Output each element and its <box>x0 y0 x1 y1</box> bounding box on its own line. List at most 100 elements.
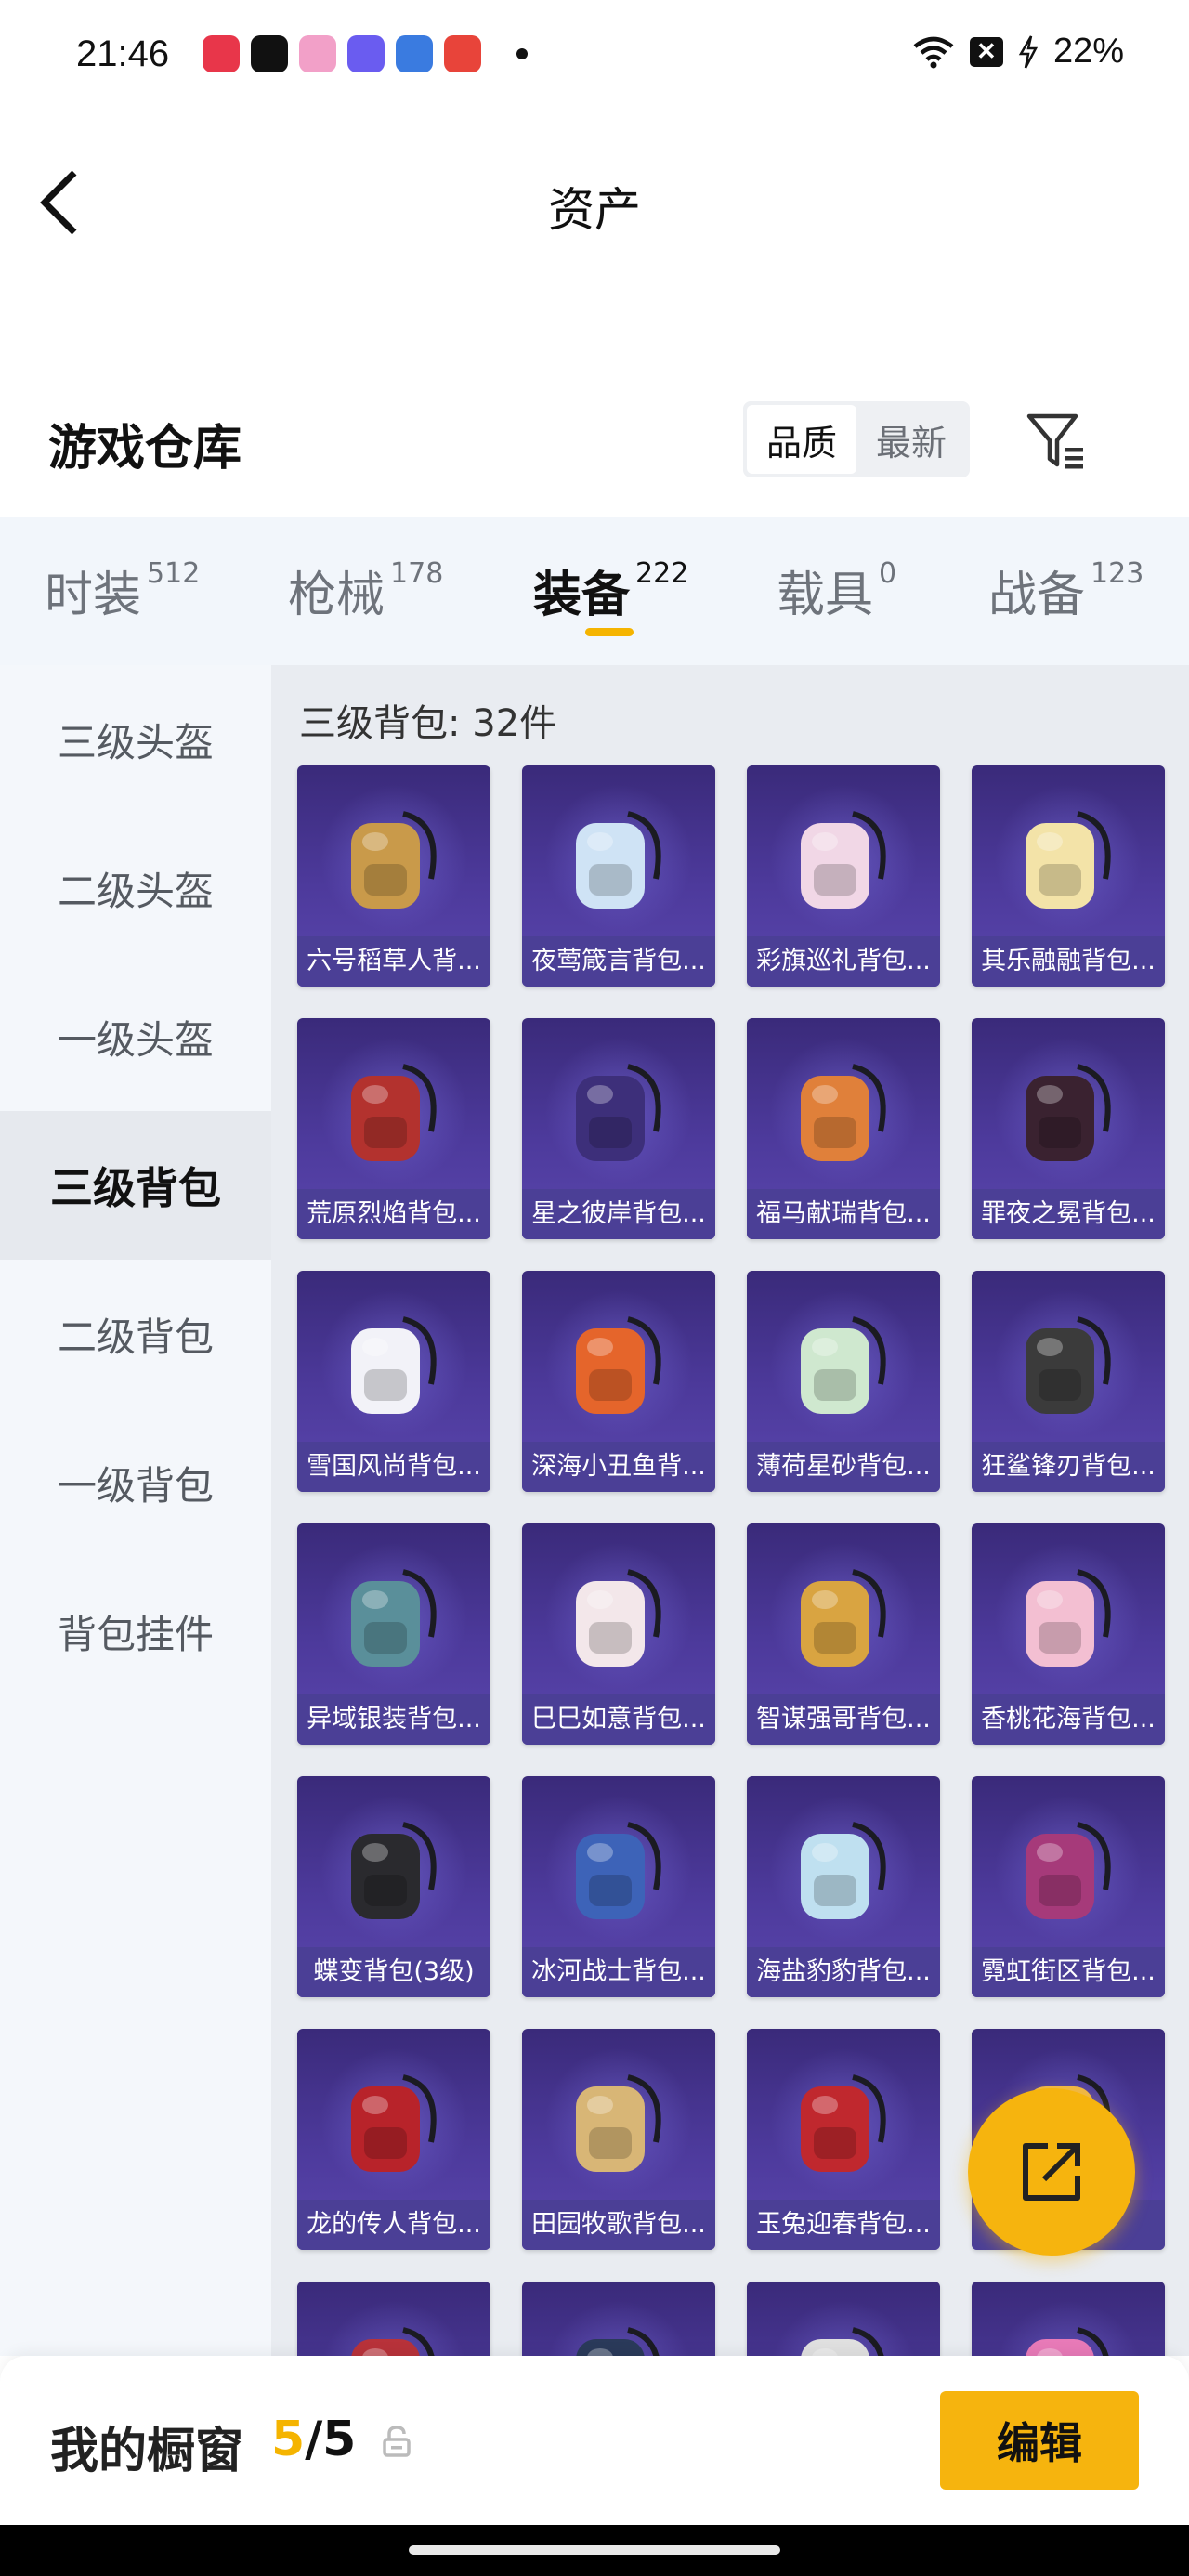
filter-button[interactable] <box>1022 407 1091 476</box>
tab-count: 512 <box>147 557 201 590</box>
item-card[interactable]: 霓虹街区背包... <box>972 1776 1165 1997</box>
tab-fashion[interactable]: 时装 512 <box>45 556 200 625</box>
backpack-icon <box>801 2327 884 2356</box>
backpack-icon <box>1026 811 1111 909</box>
gesture-handle[interactable] <box>409 2545 780 2555</box>
showcase-label: 我的橱窗 <box>50 2424 244 2479</box>
item-card[interactable]: 雪国风尚背包... <box>297 1271 490 1492</box>
item-card[interactable] <box>522 2282 715 2356</box>
backpack-icon <box>351 2327 435 2356</box>
item-card[interactable]: 巳巳如意背包... <box>522 1523 715 1745</box>
backpack-icon <box>801 811 886 909</box>
item-card[interactable]: 荒原烈焰背包... <box>297 1018 490 1239</box>
item-name: 智谋强哥背包... <box>747 1694 940 1745</box>
status-bar: 21:46 ✕ 22% <box>0 0 1189 111</box>
sort-quality-option[interactable]: 品质 <box>747 405 856 474</box>
item-card[interactable]: 海盐豹豹背包... <box>747 1776 940 1997</box>
item-card[interactable] <box>972 2282 1165 2356</box>
tab-firearms[interactable]: 枪械 178 <box>288 556 443 625</box>
grid-title: 三级背包: 32件 <box>299 702 557 745</box>
item-card[interactable]: 薄荷星砂背包... <box>747 1271 940 1492</box>
edit-button[interactable]: 编辑 <box>940 2391 1139 2490</box>
item-name: 玉兔迎春背包... <box>747 2200 940 2250</box>
item-name: 狂鲨锋刃背包... <box>972 1442 1165 1492</box>
backpack-icon <box>1026 1064 1111 1161</box>
backpack-icon <box>801 1316 886 1414</box>
item-card[interactable]: 星之彼岸背包... <box>522 1018 715 1239</box>
item-name: 荒原烈焰背包... <box>297 1189 490 1239</box>
subcategory-sidebar: 三级头盔 二级头盔 一级头盔 三级背包 二级背包 一级背包 背包挂件 <box>0 665 271 2356</box>
backpack-icon <box>351 811 437 909</box>
item-card[interactable]: 狂鲨锋刃背包... <box>972 1271 1165 1492</box>
page-title: 资产 <box>548 183 641 237</box>
showcase-count-current: 5 <box>271 2412 306 2467</box>
item-card[interactable]: 六号稻草人背... <box>297 765 490 987</box>
item-card[interactable] <box>297 2282 490 2356</box>
item-card[interactable]: 蝶变背包(3级) <box>297 1776 490 1997</box>
item-name: 田园牧歌背包... <box>522 2200 715 2250</box>
item-card[interactable]: 玉兔迎春背包... <box>747 2029 940 2250</box>
item-name: 龙的传人背包... <box>297 2200 490 2250</box>
sidebar-item-helmet-2[interactable]: 二级头盔 <box>0 814 271 962</box>
showcase-count: 5/5 <box>271 2412 356 2467</box>
star-app-icon <box>347 35 385 72</box>
backpack-icon <box>576 811 661 909</box>
item-card[interactable]: 龙的传人背包... <box>297 2029 490 2250</box>
tab-vehicles[interactable]: 载具 0 <box>777 556 896 625</box>
sim-off-icon: ✕ <box>969 36 1003 67</box>
tab-label: 装备 <box>533 568 631 623</box>
item-card[interactable]: 其乐融融背包... <box>972 765 1165 987</box>
sidebar-item-backpack-1[interactable]: 一级背包 <box>0 1408 271 1557</box>
more-notifications-dot <box>516 48 528 59</box>
sort-toggle: 品质 最新 <box>743 401 970 477</box>
sidebar-item-backpack-2[interactable]: 二级背包 <box>0 1260 271 1408</box>
item-card[interactable]: 罪夜之冕背包... <box>972 1018 1165 1239</box>
item-name: 海盐豹豹背包... <box>747 1947 940 1997</box>
sidebar-item-backpack-charm[interactable]: 背包挂件 <box>0 1557 271 1706</box>
sort-newest-option[interactable]: 最新 <box>856 405 966 474</box>
showcase-count-total: /5 <box>305 2412 357 2467</box>
item-name: 薄荷星砂背包... <box>747 1442 940 1492</box>
item-name: 星之彼岸背包... <box>522 1189 715 1239</box>
backpack-icon <box>576 1064 661 1161</box>
backpack-icon <box>1026 2327 1109 2356</box>
share-fab[interactable] <box>968 2088 1135 2256</box>
backpack-icon <box>801 1569 886 1667</box>
item-card[interactable] <box>747 2282 940 2356</box>
backpack-icon <box>576 2074 661 2172</box>
app-header: 资产 <box>0 139 1189 260</box>
backpack-icon <box>576 1316 661 1414</box>
lock-icon[interactable] <box>381 2425 412 2458</box>
backpack-icon <box>351 1569 437 1667</box>
item-card[interactable]: 冰河战士背包... <box>522 1776 715 1997</box>
item-card[interactable]: 智谋强哥背包... <box>747 1523 940 1745</box>
item-name: 冰河战士背包... <box>522 1947 715 1997</box>
item-card[interactable]: 异域银装背包... <box>297 1523 490 1745</box>
tab-tactical-gear[interactable]: 战备 123 <box>988 556 1143 625</box>
tab-label: 时装 <box>45 568 142 623</box>
status-app-icons <box>203 35 528 72</box>
item-card[interactable]: 彩旗巡礼背包... <box>747 765 940 987</box>
tab-count: 123 <box>1091 557 1144 590</box>
item-card[interactable]: 夜莺箴言背包... <box>522 765 715 987</box>
item-card[interactable]: 深海小丑鱼背... <box>522 1271 715 1492</box>
item-card[interactable]: 田园牧歌背包... <box>522 2029 715 2250</box>
item-name: 巳巳如意背包... <box>522 1694 715 1745</box>
backpack-icon <box>576 2327 660 2356</box>
tab-equipment[interactable]: 装备 222 <box>533 556 688 625</box>
tab-count: 178 <box>390 557 444 590</box>
item-name: 深海小丑鱼背... <box>522 1442 715 1492</box>
sidebar-item-helmet-3[interactable]: 三级头盔 <box>0 665 271 814</box>
sidebar-item-backpack-3[interactable]: 三级背包 <box>0 1111 271 1260</box>
tab-label: 载具 <box>777 568 874 623</box>
backpack-icon <box>801 1064 886 1161</box>
active-tab-indicator <box>585 628 634 636</box>
item-card[interactable]: 香桃花海背包... <box>972 1523 1165 1745</box>
sidebar-item-helmet-1[interactable]: 一级头盔 <box>0 962 271 1111</box>
item-card[interactable]: 福马献瑞背包... <box>747 1018 940 1239</box>
item-name: 罪夜之冕背包... <box>972 1189 1165 1239</box>
battery-percent: 22% <box>1052 32 1124 71</box>
section-title: 游戏仓库 <box>48 421 242 477</box>
item-name: 六号稻草人背... <box>297 936 490 987</box>
backpack-icon <box>801 1822 886 1919</box>
